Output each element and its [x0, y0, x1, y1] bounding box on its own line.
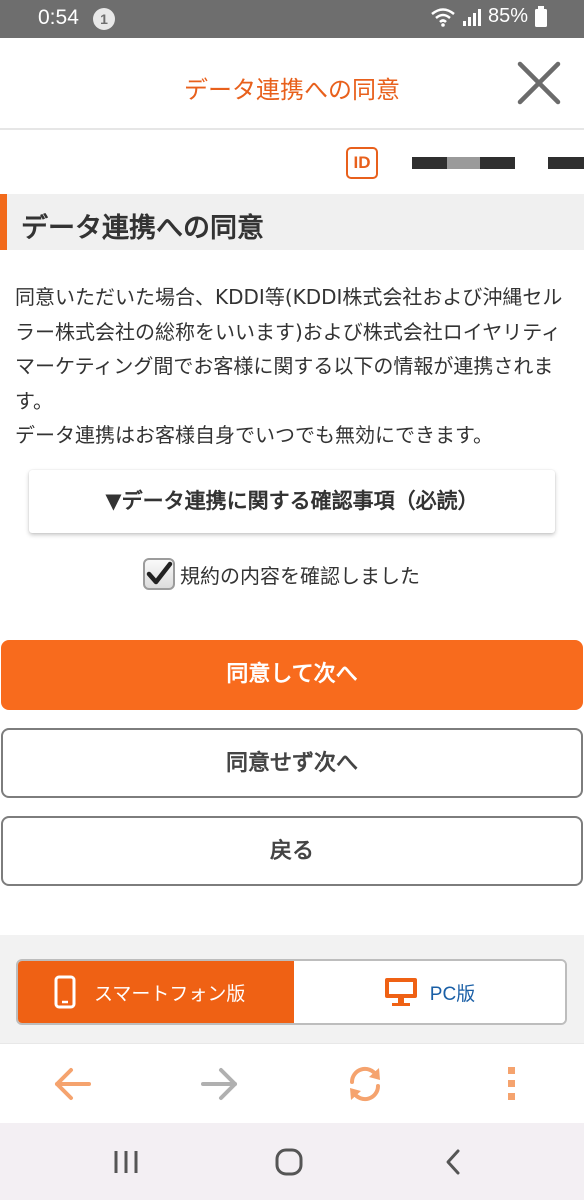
id-icon: ID [346, 147, 378, 179]
terms-confirm-checkbox[interactable] [143, 558, 175, 590]
status-bar: 0:54 1 85% [0, 0, 584, 38]
masked-account-id [480, 157, 515, 169]
checkmark-icon [146, 561, 173, 585]
section-heading-text: データ連携への同意 [21, 213, 264, 244]
wifi-icon [431, 7, 455, 27]
refresh-icon[interactable] [345, 1064, 385, 1104]
description-note: データ連携はお客様自身でいつでも無効にできます。 [15, 423, 493, 447]
masked-account-id [548, 157, 584, 169]
home-icon[interactable] [273, 1146, 305, 1178]
smartphone-version-tab[interactable]: スマートフォン版 [18, 961, 294, 1023]
disagree-next-button[interactable]: 同意せず次へ [1, 728, 583, 798]
version-toggle: スマートフォン版 PC版 [16, 959, 567, 1025]
confirmation-details-toggle[interactable]: ▼データ連携に関する確認事項（必読） [29, 470, 555, 533]
arrow-right-icon[interactable] [199, 1064, 239, 1104]
recent-apps-icon[interactable] [110, 1146, 142, 1178]
notification-badge: 1 [93, 8, 115, 30]
signal-icon [462, 8, 481, 26]
status-time: 0:54 [38, 6, 79, 29]
battery-icon [535, 5, 547, 27]
smartphone-icon [54, 975, 76, 1009]
browser-toolbar [0, 1043, 584, 1123]
more-menu-icon[interactable] [492, 1064, 532, 1104]
terms-confirm-checkbox-row[interactable]: 規約の内容を確認しました [143, 557, 420, 591]
masked-account-id [447, 157, 480, 169]
smartphone-version-label: スマートフォン版 [94, 982, 246, 1005]
masked-account-id [412, 157, 447, 169]
description-paragraph: 同意いただいた場合、KDDI等(KDDI株式会社および沖縄セルラー株式会社の総称… [15, 285, 563, 413]
page-title: データ連携への同意 [184, 76, 400, 104]
agree-next-button[interactable]: 同意して次へ [1, 640, 583, 710]
battery-percent: 85% [487, 5, 528, 27]
pc-version-tab[interactable]: PC版 [294, 961, 565, 1023]
monitor-icon [384, 978, 417, 1006]
page-header: データ連携への同意 [0, 38, 584, 130]
close-icon[interactable] [516, 60, 562, 106]
status-icons: 85% [430, 5, 548, 28]
arrow-left-icon[interactable] [53, 1064, 93, 1104]
system-navigation-bar [0, 1123, 584, 1200]
pc-version-label: PC版 [429, 983, 476, 1005]
back-button[interactable]: 戻る [1, 816, 583, 886]
section-heading: データ連携への同意 [0, 194, 584, 250]
checkbox-label: 規約の内容を確認しました [180, 563, 420, 588]
footer-area: スマートフォン版 PC版 [0, 935, 584, 1043]
system-back-icon[interactable] [438, 1146, 470, 1178]
consent-description: 同意いただいた場合、KDDI等(KDDI株式会社および沖縄セルラー株式会社の総称… [15, 280, 573, 453]
